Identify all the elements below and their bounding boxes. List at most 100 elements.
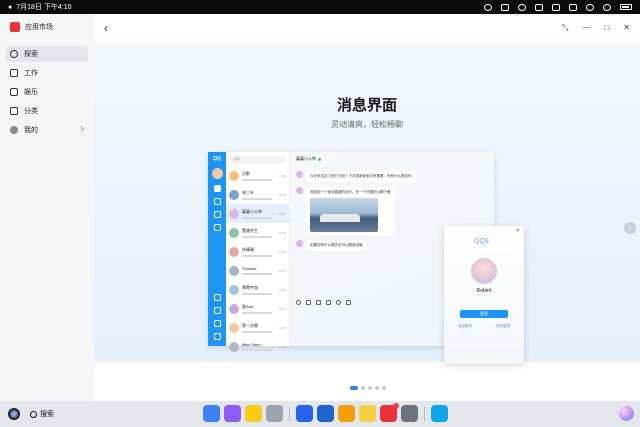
app-brand: 应用市场 <box>0 14 94 40</box>
mine-count-badge: 5 <box>80 127 84 133</box>
files-icon[interactable] <box>431 405 448 422</box>
pager-dot[interactable] <box>361 386 365 390</box>
category-icon <box>10 107 18 115</box>
qq-sidebar-rail: QQ <box>208 152 226 346</box>
list-item: 第一次哦 10:05 <box>226 318 289 337</box>
pager-dot[interactable] <box>382 386 386 390</box>
contact-text: Thomas <box>242 266 275 275</box>
battery-icon[interactable] <box>620 4 632 10</box>
app-title: 应用市场 <box>25 24 53 31</box>
avatar <box>229 189 239 200</box>
keyboard-icon[interactable] <box>569 3 577 11</box>
wifi-icon[interactable] <box>603 3 611 11</box>
gallery-icon[interactable] <box>338 405 355 422</box>
window-controls: ⤡ — □ ✕ <box>562 23 630 33</box>
message-preview <box>242 311 272 314</box>
emoji-icon <box>296 300 301 305</box>
qq-contact-list: 搜索 沉默 10:50 林三叶 10:48 蔓蔓小公举 10:47 董澈先生 10:46 徐晴晴… <box>226 152 290 352</box>
qq9-logo: QQ9 <box>474 238 489 245</box>
contact-time: 10:50 <box>278 173 286 178</box>
qq-chat-header: 蔓蔓小公举 <box>290 152 494 166</box>
contact-time: 10:48 <box>278 192 286 197</box>
trash-icon[interactable] <box>266 405 283 422</box>
sidebar-item-work[interactable]: 工作 <box>6 65 88 81</box>
close-icon: ✕ <box>515 228 520 234</box>
sidebar-item-entertainment[interactable]: 娱乐 <box>6 84 88 100</box>
message-preview <box>242 235 272 238</box>
contact-name: 沉默 <box>242 170 250 176</box>
dock-separator <box>289 407 290 421</box>
hero-banner: 消息界面 灵动清爽，轻松畅聊 › QQ 搜索 沉默 10:50 林三叶 10:4… <box>94 42 640 364</box>
app-market-icon[interactable] <box>380 403 399 422</box>
list-item: 沉默 10:50 <box>226 166 289 185</box>
apple-icon: ● <box>8 3 13 11</box>
browser-icon[interactable] <box>296 405 313 422</box>
favorites-icon <box>213 320 221 327</box>
contact-name: 董澈先生 <box>242 227 258 233</box>
dock-separator <box>424 407 425 421</box>
folder-icon <box>213 307 221 314</box>
avatar <box>229 322 239 333</box>
message-preview <box>242 273 272 275</box>
contact-time: 10:47 <box>278 211 286 216</box>
list-item: Miss Shen 09:55 <box>226 337 289 356</box>
chat-bubble: 今天来这边上班打卡啦～下次带我家宝贝来看看，你有什么想法吗 <box>306 171 416 182</box>
contact-name: 徐晴晴 <box>242 246 254 252</box>
settings-icon[interactable] <box>401 405 418 422</box>
avatar <box>229 227 239 238</box>
mail-icon[interactable] <box>317 405 334 422</box>
sidebar: 应用市场 探索 工作 娱乐 分类 我的 5 <box>0 14 94 401</box>
qq-login-card: ✕ QQ9 Robert 登录 添加账号 扫码登录 <box>444 226 524 364</box>
sidebar-item-label: 娱乐 <box>24 89 38 96</box>
bluetooth-icon[interactable] <box>586 3 594 11</box>
taskbar: 搜索 <box>0 401 640 427</box>
sidebar-item-label: 分类 <box>24 108 38 115</box>
contact-text: 林三叶 <box>242 190 275 200</box>
contact-name: Thomas <box>242 266 257 271</box>
pager-dot[interactable] <box>368 386 372 390</box>
app-store-icon[interactable] <box>224 405 241 422</box>
contact-text: 星Ado <box>242 304 275 314</box>
launcher-icon[interactable] <box>203 405 220 422</box>
contact-time: 10:40 <box>278 249 286 254</box>
display-icon[interactable] <box>552 3 560 11</box>
contact-time: 10:20 <box>278 287 286 292</box>
online-status-icon <box>318 157 321 161</box>
avatar <box>229 303 239 314</box>
sidebar-item-mine[interactable]: 我的 5 <box>6 122 88 138</box>
list-item: 嗯嗯宇宙 10:20 <box>226 280 289 299</box>
contact-name: 星Ado <box>242 303 254 309</box>
message-preview <box>242 178 272 181</box>
qq-logo: QQ <box>213 156 221 162</box>
maximize-icon[interactable]: □ <box>604 23 609 33</box>
chat-bubble-text: 我找到一个适合露营的地方，在一个环湖的山脚下面 <box>310 190 391 194</box>
list-item: 星Ado 10:12 <box>226 299 289 318</box>
contacts-icon <box>213 198 221 205</box>
contact-text: 蔓蔓小公举 <box>242 209 275 219</box>
message-preview <box>242 216 272 219</box>
app-market-logo-icon <box>10 22 20 32</box>
back-arrow-icon[interactable]: ‹ <box>104 21 108 35</box>
focus-icon[interactable] <box>484 3 492 11</box>
calendar-icon[interactable] <box>359 405 376 422</box>
sidebar-item-explore[interactable]: 探索 <box>6 46 88 62</box>
collapse-icon[interactable]: ⤡ <box>562 23 568 33</box>
pager-dot[interactable] <box>375 386 379 390</box>
assistant-icon[interactable] <box>619 406 634 421</box>
taskbar-search[interactable]: 搜索 <box>30 409 54 419</box>
clipboard-icon[interactable] <box>501 3 509 11</box>
sidebar-item-category[interactable]: 分类 <box>6 103 88 119</box>
next-slide-button[interactable]: › <box>624 222 636 234</box>
notes-icon[interactable] <box>245 405 262 422</box>
sidebar-nav: 探索 工作 娱乐 分类 我的 5 <box>0 46 94 138</box>
message-preview <box>242 292 272 295</box>
contact-name: 第一次哦 <box>242 322 258 328</box>
scan-login-link: 扫码登录 <box>496 324 510 328</box>
start-orb-icon[interactable] <box>8 408 20 420</box>
close-icon[interactable]: ✕ <box>623 23 630 33</box>
minimize-icon[interactable]: — <box>582 23 590 33</box>
screen-record-icon[interactable] <box>518 3 526 11</box>
camera-icon[interactable] <box>535 3 543 11</box>
entertainment-icon <box>10 88 18 96</box>
pager-dot[interactable] <box>350 386 358 390</box>
